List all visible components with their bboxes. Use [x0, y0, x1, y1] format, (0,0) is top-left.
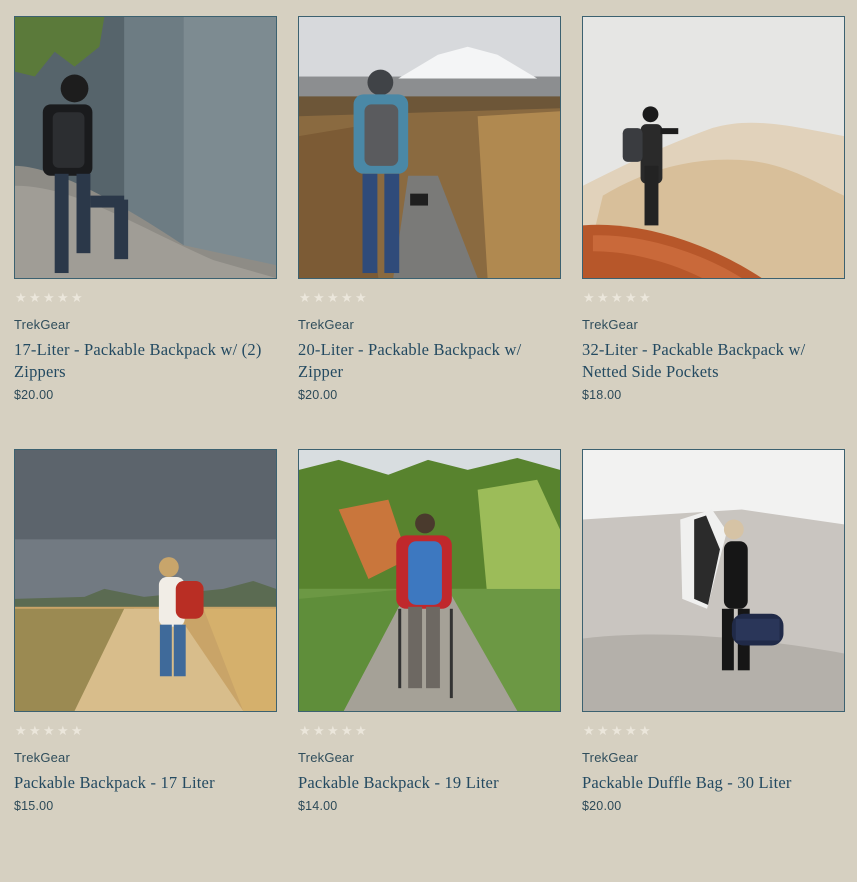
star-icon: ★: [639, 291, 651, 306]
star-icon: ★: [355, 291, 367, 306]
star-icon: ★: [611, 291, 623, 306]
product-image-illustration: [299, 17, 560, 278]
product-image[interactable]: [14, 16, 277, 279]
product-price: $18.00: [582, 388, 622, 402]
star-icon: ★: [355, 724, 367, 739]
product-image-illustration: [299, 450, 560, 711]
product-title-link[interactable]: 20-Liter - Packable Backpack w/ Zipper: [298, 339, 553, 383]
star-icon: ★: [313, 724, 325, 739]
product-price: $20.00: [298, 388, 338, 402]
star-icon: ★: [611, 724, 623, 739]
rating-stars: ★ ★ ★ ★ ★: [298, 724, 561, 740]
rating-stars: ★ ★ ★ ★ ★: [298, 291, 561, 307]
product-grid: ★ ★ ★ ★ ★ TrekGear 17-Liter - Packable B…: [14, 16, 845, 882]
product-title-link[interactable]: 17-Liter - Packable Backpack w/ (2) Zipp…: [14, 339, 269, 383]
product-image-illustration: [583, 450, 844, 711]
star-icon: ★: [341, 291, 353, 306]
product-image[interactable]: [298, 449, 561, 712]
rating-stars: ★ ★ ★ ★ ★: [582, 291, 845, 307]
star-icon: ★: [57, 291, 69, 306]
star-icon: ★: [299, 291, 311, 306]
product-image-illustration: [15, 450, 276, 711]
product-title-link[interactable]: Packable Duffle Bag - 30 Liter: [582, 772, 837, 794]
star-icon: ★: [71, 724, 83, 739]
star-icon: ★: [313, 291, 325, 306]
product-price: $20.00: [582, 799, 622, 813]
product-price: $20.00: [14, 388, 54, 402]
product-image[interactable]: [14, 449, 277, 712]
product-price: $15.00: [14, 799, 54, 813]
product-title-link[interactable]: Packable Backpack - 19 Liter: [298, 772, 553, 794]
product-price: $14.00: [298, 799, 338, 813]
star-icon: ★: [327, 291, 339, 306]
star-icon: ★: [583, 724, 595, 739]
product-vendor: TrekGear: [298, 317, 355, 332]
product-image[interactable]: [582, 449, 845, 712]
star-icon: ★: [625, 291, 637, 306]
product-card[interactable]: ★ ★ ★ ★ ★ TrekGear Packable Backpack - 1…: [298, 449, 561, 882]
product-card[interactable]: ★ ★ ★ ★ ★ TrekGear Packable Duffle Bag -…: [582, 449, 845, 882]
product-image[interactable]: [298, 16, 561, 279]
star-icon: ★: [71, 291, 83, 306]
rating-stars: ★ ★ ★ ★ ★: [582, 724, 845, 740]
star-icon: ★: [327, 724, 339, 739]
product-card[interactable]: ★ ★ ★ ★ ★ TrekGear 17-Liter - Packable B…: [14, 16, 277, 449]
rating-stars: ★ ★ ★ ★ ★: [14, 291, 277, 307]
product-card[interactable]: ★ ★ ★ ★ ★ TrekGear 20-Liter - Packable B…: [298, 16, 561, 449]
rating-stars: ★ ★ ★ ★ ★: [14, 724, 277, 740]
product-title-link[interactable]: 32-Liter - Packable Backpack w/ Netted S…: [582, 339, 837, 383]
star-icon: ★: [583, 291, 595, 306]
star-icon: ★: [299, 724, 311, 739]
product-card[interactable]: ★ ★ ★ ★ ★ TrekGear Packable Backpack - 1…: [14, 449, 277, 882]
star-icon: ★: [597, 724, 609, 739]
star-icon: ★: [341, 724, 353, 739]
product-vendor: TrekGear: [298, 750, 355, 765]
product-vendor: TrekGear: [582, 750, 639, 765]
product-image-illustration: [583, 17, 844, 278]
product-image[interactable]: [582, 16, 845, 279]
product-image-illustration: [15, 17, 276, 278]
star-icon: ★: [597, 291, 609, 306]
star-icon: ★: [625, 724, 637, 739]
product-card[interactable]: ★ ★ ★ ★ ★ TrekGear 32-Liter - Packable B…: [582, 16, 845, 449]
star-icon: ★: [15, 724, 27, 739]
product-vendor: TrekGear: [582, 317, 639, 332]
product-vendor: TrekGear: [14, 317, 71, 332]
star-icon: ★: [15, 291, 27, 306]
product-vendor: TrekGear: [14, 750, 71, 765]
star-icon: ★: [57, 724, 69, 739]
star-icon: ★: [43, 291, 55, 306]
star-icon: ★: [639, 724, 651, 739]
star-icon: ★: [43, 724, 55, 739]
star-icon: ★: [29, 291, 41, 306]
product-title-link[interactable]: Packable Backpack - 17 Liter: [14, 772, 269, 794]
star-icon: ★: [29, 724, 41, 739]
